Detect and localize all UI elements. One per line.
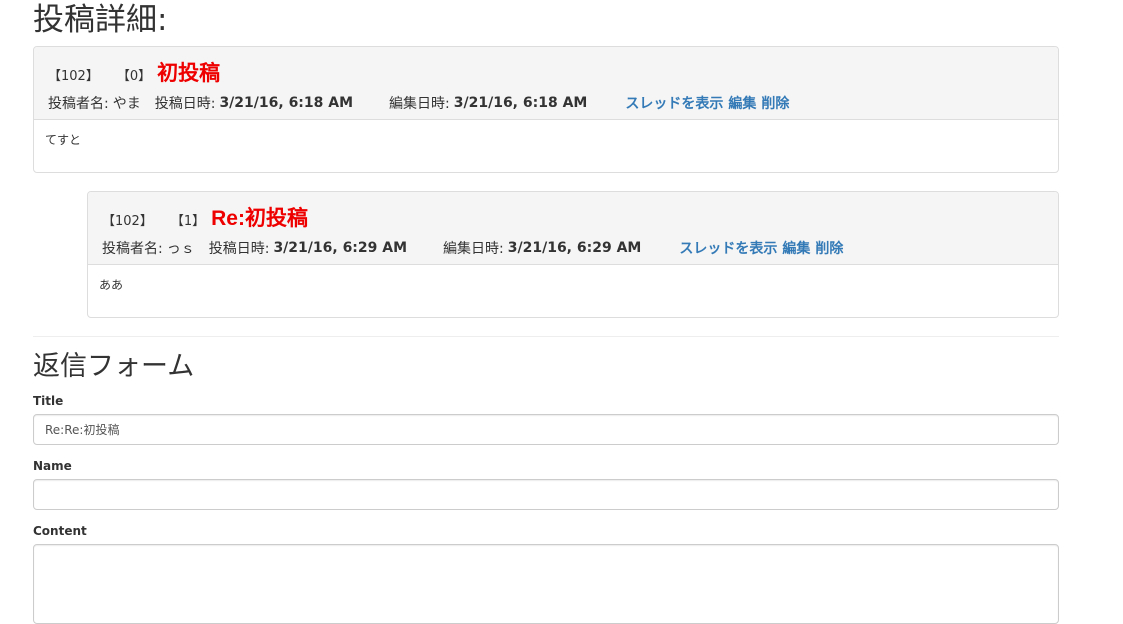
content-textarea[interactable] <box>33 544 1059 624</box>
post-title: 初投稿 <box>157 62 221 85</box>
post-card: 【102】 【1】 Re:初投稿 投稿者名: っｓ 投稿日時: 3/21/16,… <box>87 191 1059 318</box>
divider <box>33 336 1059 337</box>
edited-at: 3/21/16, 6:18 AM <box>453 95 588 111</box>
author-name: っｓ <box>166 241 195 257</box>
post-reply-index: 【1】 <box>170 214 206 229</box>
delete-link[interactable]: 削除 <box>815 241 843 257</box>
post-body: てすと <box>45 133 82 147</box>
page-title: 投稿詳細: <box>33 2 168 38</box>
delete-link[interactable]: 削除 <box>761 96 789 112</box>
edit-link[interactable]: 編集 <box>728 96 756 112</box>
name-label: Name <box>33 459 72 473</box>
edited-label: 編集日時: <box>443 241 504 257</box>
title-input[interactable] <box>33 414 1059 445</box>
post-title: Re:初投稿 <box>211 207 308 230</box>
author-label: 投稿者名: <box>48 96 109 112</box>
edited-label: 編集日時: <box>389 96 450 112</box>
posted-label: 投稿日時: <box>154 96 216 112</box>
posted-at: 3/21/16, 6:18 AM <box>219 95 354 111</box>
edit-link[interactable]: 編集 <box>782 241 810 257</box>
show-thread-link[interactable]: スレッドを表示 <box>679 241 777 257</box>
title-label: Title <box>33 394 64 408</box>
posted-at: 3/21/16, 6:29 AM <box>273 240 408 256</box>
posted-label: 投稿日時: <box>208 241 270 257</box>
author-label: 投稿者名: <box>102 241 163 257</box>
post-header: 【102】 【0】 初投稿 投稿者名: やま 投稿日時: 3/21/16, 6:… <box>34 47 1058 120</box>
author-name: やま <box>112 96 141 112</box>
content-label: Content <box>33 524 87 538</box>
post-card: 【102】 【0】 初投稿 投稿者名: やま 投稿日時: 3/21/16, 6:… <box>33 46 1059 173</box>
post-header: 【102】 【1】 Re:初投稿 投稿者名: っｓ 投稿日時: 3/21/16,… <box>88 192 1058 265</box>
post-number: 【102】 <box>102 214 153 229</box>
show-thread-link[interactable]: スレッドを表示 <box>625 96 723 112</box>
post-number: 【102】 <box>48 69 99 84</box>
post-body: ああ <box>99 278 124 292</box>
name-input[interactable] <box>33 479 1059 510</box>
post-reply-index: 【0】 <box>116 69 152 84</box>
reply-form-heading: 返信フォーム <box>33 351 195 382</box>
edited-at: 3/21/16, 6:29 AM <box>507 240 642 256</box>
